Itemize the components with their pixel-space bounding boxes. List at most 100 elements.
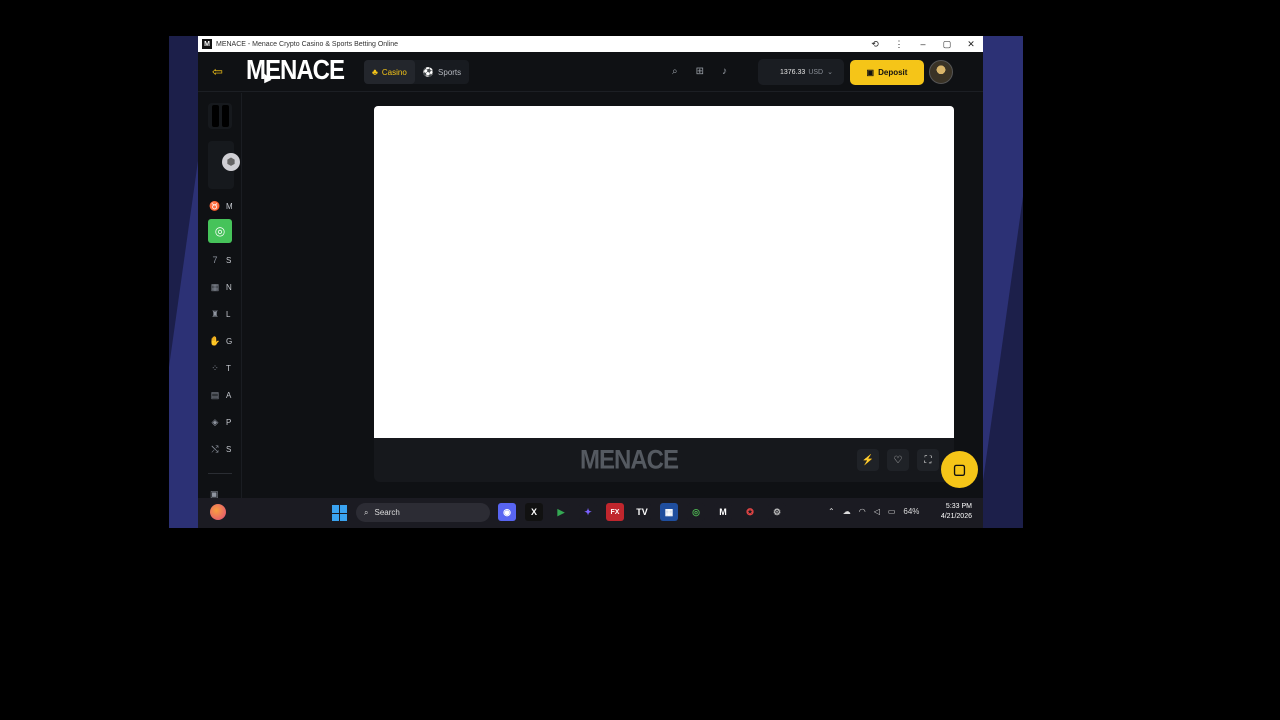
deposit-button[interactable]: ▣ Deposit — [850, 60, 924, 85]
chevron-down-icon: ⌄ — [827, 69, 833, 76]
wifi-icon[interactable]: ◠ — [859, 507, 866, 516]
slots-icon: ▤ — [210, 389, 220, 400]
support-icon[interactable]: ▣ — [210, 489, 222, 498]
seven-icon: 7 — [212, 255, 218, 265]
tab-sports[interactable]: ⚽ Sports — [415, 60, 469, 84]
sidebar-item-label: S — [226, 255, 232, 265]
x-icon[interactable]: X — [525, 503, 543, 521]
grid-icon: ▦ — [210, 281, 220, 292]
close-button[interactable]: ✕ — [959, 39, 983, 50]
sidebar-item-10[interactable]: ⤭ S — [208, 439, 236, 459]
minimize-button[interactable]: – — [911, 39, 935, 49]
chips-icon: ◎ — [208, 219, 232, 243]
chat-support-button[interactable]: ▢ — [941, 451, 978, 488]
avatar[interactable] — [929, 60, 953, 84]
bell-icon[interactable]: ♪ — [722, 66, 727, 77]
bolt-icon[interactable]: ⚡ — [857, 449, 879, 471]
tab-sports-label: Sports — [438, 67, 462, 77]
battery-percent: 64% — [903, 507, 920, 516]
sidebar: ⬢ ♉ M ◎ 7 S ▦ N ♜ L ✋ G ⁘ T ▤ A ◈ P ⤭ S … — [198, 93, 242, 498]
header-icons: ⌕ ⊞ ♪ — [672, 66, 727, 77]
sidebar-item-label: T — [226, 363, 231, 373]
taskbar-apps: ◉ X ▶ ✦ FX TV ▦ ◎ M ✪ ⚙ — [498, 503, 786, 521]
wallet-icon: ▣ — [866, 68, 875, 77]
window-title: MENACE - Menace Crypto Casino & Sports B… — [216, 40, 399, 48]
sidebar-banner[interactable] — [208, 103, 232, 129]
sidebar-item-label: P — [226, 417, 232, 427]
tab-casino[interactable]: ♣ Casino — [364, 60, 415, 84]
site-header: ⇦ MENACE ♣ Casino ⚽ Sports ⌕ ⊞ ♪ 1376.33… — [198, 52, 983, 92]
sidebar-item-label: A — [226, 390, 232, 400]
game-frame[interactable] — [374, 106, 954, 438]
taskbar: ⌕ Search ◉ X ▶ ✦ FX TV ▦ ◎ M ✪ ⚙ ⌃ ☁ ◠ ◁… — [198, 498, 983, 528]
maximize-button[interactable]: ▢ — [935, 39, 959, 50]
search-icon[interactable]: ⌕ — [672, 66, 678, 77]
start-button[interactable] — [332, 505, 348, 521]
sidebar-item-2[interactable]: ◎ — [208, 219, 236, 243]
clock-date: 4/21/2026 — [940, 513, 972, 520]
shuffle-icon: ⤭ — [211, 443, 219, 454]
copilot-icon[interactable]: ✦ — [579, 503, 597, 521]
cube-icon: ⬢ — [222, 153, 240, 171]
fullscreen-icon[interactable]: ⛶ — [917, 449, 939, 471]
sidebar-item-label: L — [226, 309, 231, 319]
taskbar-search[interactable]: ⌕ Search — [356, 503, 490, 522]
volume-icon[interactable]: ◁ — [874, 507, 880, 516]
clock-time: 5:33 PM — [945, 503, 972, 510]
sidebar-item-9[interactable]: ◈ P — [208, 412, 236, 432]
sidebar-item-1[interactable]: ♉ M — [208, 196, 236, 216]
sidebar-item-3[interactable]: 7 S — [208, 250, 236, 270]
battery-icon[interactable]: ▭ — [888, 507, 896, 516]
dots-icon: ⁘ — [211, 362, 219, 373]
search-icon: ⌕ — [364, 507, 369, 517]
browser-window: M MENACE - Menace Crypto Casino & Sports… — [198, 36, 983, 498]
deposit-label: Deposit — [878, 68, 908, 77]
settings-icon[interactable]: ⚙ — [768, 503, 786, 521]
menace-app-icon[interactable]: M — [714, 503, 732, 521]
tradingview-icon[interactable]: TV — [633, 503, 651, 521]
hand-icon: ✋ — [209, 335, 221, 346]
sidebar-item-8[interactable]: ▤ A — [208, 385, 236, 405]
header-tabs: ♣ Casino ⚽ Sports — [364, 60, 470, 84]
taskbar-search-placeholder: Search — [374, 508, 400, 517]
chevron-up-icon[interactable]: ⌃ — [828, 507, 835, 516]
balance-currency: USD — [808, 68, 824, 76]
casino-icon: ♣ — [372, 67, 378, 77]
jersey-icon: ♜ — [210, 308, 220, 319]
system-tray: ⌃ ☁ ◠ ◁ ▭ 64% — [828, 507, 919, 516]
cow-icon: ♉ — [209, 200, 221, 211]
sidebar-item-label: N — [226, 282, 232, 292]
sidebar-item-label: G — [226, 336, 233, 346]
clock[interactable]: 5:33 PM 4/21/2026 — [934, 502, 972, 522]
site-logo[interactable]: MENACE — [246, 55, 345, 87]
balance-selector[interactable]: 1376.33 USD ⌄ — [758, 59, 844, 85]
fx-icon[interactable]: FX — [606, 503, 624, 521]
heart-icon[interactable]: ♡ — [887, 449, 909, 471]
cloud-icon[interactable]: ☁ — [843, 507, 851, 516]
discord-icon[interactable]: ◉ — [498, 503, 516, 521]
sidebar-promo[interactable]: ⬢ — [208, 141, 240, 189]
game-toolbar: MENACE ⚡ ♡ ⛶ — [374, 438, 954, 482]
sidebar-item-5[interactable]: ♜ L — [208, 304, 236, 324]
sidebar-item-4[interactable]: ▦ N — [208, 277, 236, 297]
soccer-ball-icon: ⚽ — [422, 66, 435, 77]
sidebar-item-label: M — [226, 201, 233, 211]
sidebar-divider — [208, 473, 232, 474]
chrome-icon[interactable]: ◎ — [687, 503, 705, 521]
shield-icon[interactable]: ✪ — [741, 503, 759, 521]
tab-casino-label: Casino — [381, 67, 407, 77]
sidebar-item-label: S — [226, 444, 232, 454]
calendar-icon[interactable]: ▦ — [660, 503, 678, 521]
play-icon[interactable]: ▶ — [552, 503, 570, 521]
sidebar-item-6[interactable]: ✋ G — [208, 331, 236, 351]
balance-amount: 1376.33 — [780, 68, 806, 76]
sidebar-item-7[interactable]: ⁘ T — [208, 358, 236, 378]
favicon: M — [202, 39, 212, 49]
collapse-sidebar-icon[interactable]: ⇦ — [212, 64, 223, 80]
gift-icon[interactable]: ⊞ — [696, 66, 704, 77]
reload-icon[interactable]: ⟲ — [863, 39, 887, 50]
weather-widget-icon[interactable] — [210, 504, 226, 520]
chat-bubble-icon: ▢ — [952, 461, 967, 477]
box-icon: ◈ — [211, 416, 219, 427]
menu-icon[interactable]: ⋮ — [887, 39, 911, 50]
